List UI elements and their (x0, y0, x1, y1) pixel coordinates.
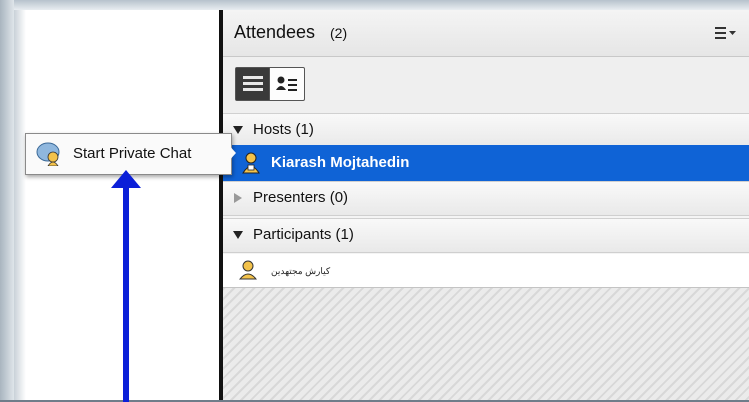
view-toggle (235, 67, 305, 101)
participant-name: کیارش مجتهدین (271, 266, 331, 276)
context-menu-pointer (226, 142, 236, 164)
detail-view-button[interactable] (270, 68, 304, 100)
participant-user-icon (239, 260, 257, 280)
host-user-icon (242, 152, 260, 174)
view-toolbar (223, 57, 749, 114)
start-private-chat-item[interactable]: Start Private Chat (73, 145, 191, 162)
section-participants-label: Participants (1) (253, 226, 354, 243)
window-frame-left (0, 0, 14, 400)
attendees-count: (2) (330, 25, 348, 41)
left-panel-shading (14, 10, 26, 400)
private-chat-icon (36, 142, 60, 166)
section-participants[interactable]: Participants (1) (223, 218, 749, 253)
person-list-icon (276, 76, 297, 91)
section-hosts[interactable]: Hosts (1) (223, 113, 749, 148)
annotation-arrow (111, 170, 141, 402)
collapsed-triangle-icon[interactable] (234, 193, 242, 203)
list-view-button[interactable] (236, 68, 270, 100)
host-row[interactable]: Kiarash Mojtahedin (223, 145, 749, 181)
context-menu: Start Private Chat (25, 133, 232, 175)
section-presenters-label: Presenters (0) (253, 189, 349, 206)
window-frame-top (0, 0, 749, 10)
expanded-triangle-icon[interactable] (233, 126, 243, 134)
empty-list-area (223, 287, 749, 400)
expanded-triangle-icon[interactable] (233, 231, 243, 239)
attendees-header: Attendees (2) (223, 10, 749, 57)
attendees-panel: Attendees (2) Hosts (1) Kiarash Mojtahed… (223, 10, 749, 400)
host-name: Kiarash Mojtahedin (271, 154, 410, 171)
section-presenters[interactable]: Presenters (0) (223, 181, 749, 216)
section-hosts-label: Hosts (1) (253, 121, 314, 138)
attendees-title: Attendees (234, 22, 316, 42)
list-view-icon (242, 76, 263, 91)
participant-row[interactable]: کیارش مجتهدین (223, 254, 749, 287)
list-menu-icon[interactable] (715, 26, 737, 40)
